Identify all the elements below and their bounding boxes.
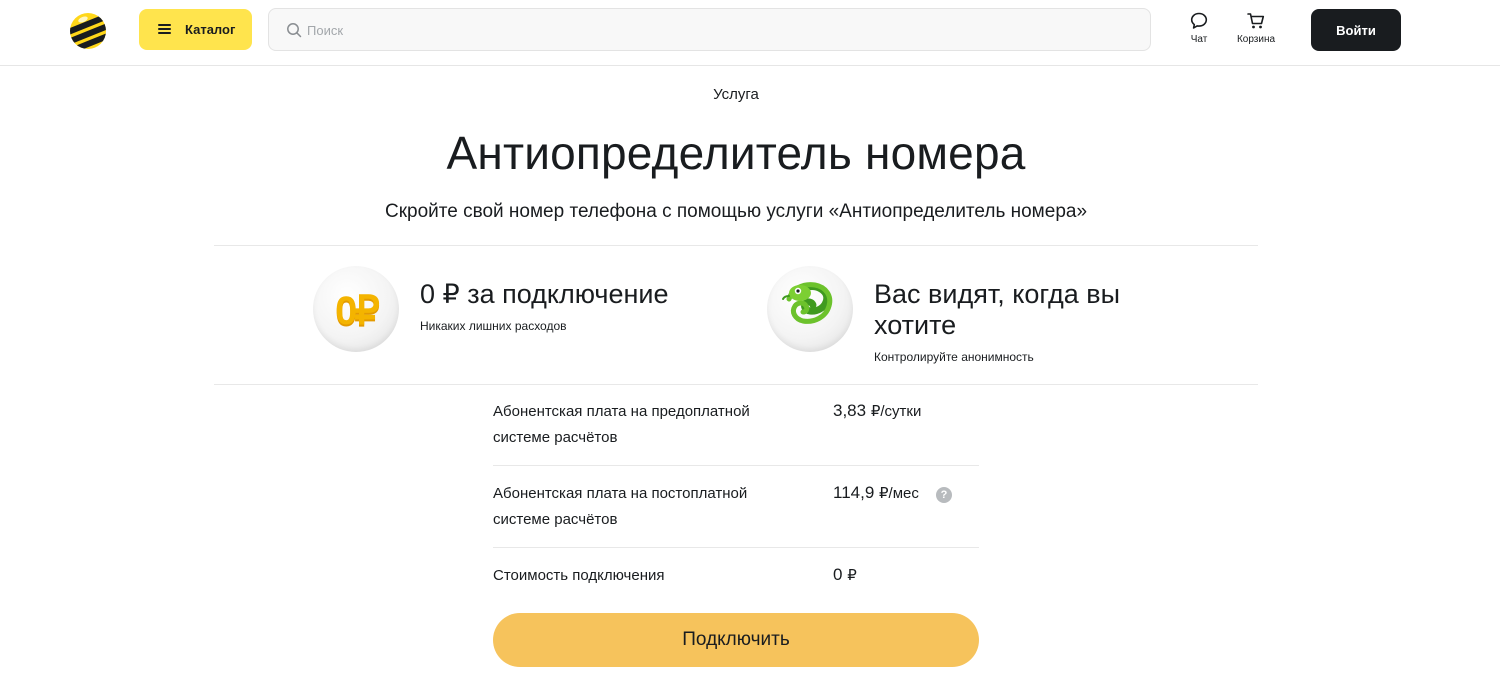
help-icon[interactable]: ? <box>936 487 952 503</box>
beeline-logo[interactable] <box>70 13 106 49</box>
cart-icon <box>1247 13 1265 29</box>
page-title: Антиопределитель номера <box>446 127 1026 179</box>
catalog-button[interactable]: Каталог <box>139 9 252 50</box>
catalog-label: Каталог <box>185 22 236 37</box>
feature-title: 0 ₽ за подключение <box>420 279 669 309</box>
page-subtitle: Скройте свой номер телефона с помощью ус… <box>384 201 1088 222</box>
feature-subtitle: Контролируйте анонимность <box>874 350 1034 364</box>
search-input[interactable] <box>307 19 1127 41</box>
cart-label: Корзина <box>1236 34 1276 45</box>
top-header: Каталог Чат Корзина Войти <box>0 0 1500 66</box>
feature-subtitle: Никаких лишних расходов <box>420 319 567 333</box>
price-label-prepaid: Абонентская плата на предоплатной систем… <box>493 403 750 446</box>
price-value-connection: 0 ₽ <box>833 565 857 584</box>
price-label-connection: Стоимость подключения <box>493 567 665 584</box>
menu-icon <box>158 24 171 34</box>
chameleon-icon <box>782 282 833 324</box>
chat-bubble-icon <box>1190 12 1208 29</box>
connect-button[interactable]: Подключить <box>493 613 979 667</box>
search-icon <box>287 23 302 38</box>
cart-button[interactable]: Корзина <box>1232 11 1280 51</box>
row-divider <box>493 465 979 466</box>
divider <box>214 384 1258 385</box>
zero-ruble-coin-icon: 0₽ <box>335 289 380 333</box>
service-eyebrow: Услуга <box>713 86 759 103</box>
search-box[interactable] <box>268 8 1151 51</box>
feature-title: Вас видят, когда вы хотите <box>874 279 1120 340</box>
chat-label: Чат <box>1190 34 1208 45</box>
chat-button[interactable]: Чат <box>1183 11 1215 51</box>
row-divider <box>493 547 979 548</box>
price-value-postpaid: 114,9 ₽/мес <box>833 483 919 502</box>
price-value-prepaid: 3,83 ₽/сутки <box>833 401 922 420</box>
login-button[interactable]: Войти <box>1311 9 1401 51</box>
price-label-postpaid: Абонентская плата на постоплатной систем… <box>493 485 748 528</box>
divider <box>214 245 1258 246</box>
feature-icon-circle: 0₽ <box>313 266 399 352</box>
feature-icon-circle <box>767 266 853 352</box>
